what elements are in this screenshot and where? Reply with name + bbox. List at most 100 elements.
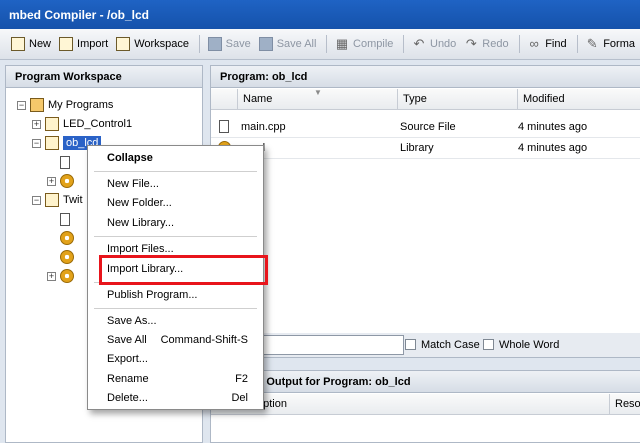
compile-button[interactable]: ▦ Compile bbox=[332, 33, 396, 55]
program-icon bbox=[45, 193, 59, 207]
sort-arrow-icon: ▼ bbox=[314, 88, 322, 97]
file-icon bbox=[60, 155, 70, 169]
tree-item-twit[interactable]: − Twit bbox=[32, 191, 83, 209]
toolbar-separator bbox=[403, 35, 404, 53]
file-name: main.cpp bbox=[241, 121, 286, 133]
library-gear-icon bbox=[60, 231, 74, 245]
undo-arrow-icon: ↶ bbox=[413, 36, 425, 51]
folder-icon bbox=[30, 98, 44, 112]
expand-toggle-icon[interactable]: + bbox=[47, 271, 56, 281]
tree-item-library[interactable] bbox=[60, 248, 78, 266]
expand-toggle-icon[interactable]: + bbox=[47, 176, 56, 186]
menu-item-delete[interactable]: Delete... Del bbox=[88, 389, 263, 408]
import-button[interactable]: Import bbox=[56, 33, 111, 55]
library-gear-icon bbox=[60, 174, 74, 188]
import-button-label: Import bbox=[77, 38, 109, 50]
collapse-toggle-icon[interactable]: − bbox=[32, 195, 41, 205]
tree-item-library[interactable]: + bbox=[47, 267, 78, 285]
new-button[interactable]: New bbox=[8, 33, 54, 55]
find-button[interactable]: ∞ Find bbox=[524, 33, 569, 55]
toolbar-separator bbox=[576, 35, 578, 53]
program-panel-title: Program: ob_lcd bbox=[211, 66, 640, 88]
redo-button-label: Redo bbox=[482, 38, 509, 50]
binoculars-icon: ∞ bbox=[529, 36, 539, 51]
toolbar-separator bbox=[199, 35, 200, 53]
find-input[interactable] bbox=[262, 335, 404, 355]
expand-toggle-icon[interactable]: + bbox=[32, 119, 41, 129]
compile-button-label: Compile bbox=[353, 38, 394, 50]
table-row[interactable]: main.cpp Source File 4 minutes ago bbox=[211, 117, 640, 138]
match-case-checkbox[interactable] bbox=[405, 339, 416, 350]
save-button[interactable]: Save bbox=[205, 33, 254, 55]
menu-item-save-all[interactable]: Save All Command-Shift-S bbox=[88, 331, 263, 350]
menu-item-label: Delete... bbox=[107, 392, 148, 404]
column-description[interactable]: ription bbox=[211, 394, 609, 415]
find-button-label: Find bbox=[545, 38, 567, 50]
new-file-icon bbox=[11, 37, 25, 51]
tree-item-my-programs[interactable]: − My Programs bbox=[17, 96, 113, 114]
undo-button[interactable]: ↶ Undo bbox=[409, 33, 459, 55]
file-icon bbox=[219, 120, 229, 133]
compile-icon: ▦ bbox=[335, 36, 349, 51]
menu-item-new-folder[interactable]: New Folder... bbox=[88, 194, 263, 213]
library-gear-icon bbox=[60, 250, 74, 264]
whole-word-checkbox[interactable] bbox=[483, 339, 494, 350]
menu-item-label: Save All bbox=[107, 334, 147, 346]
save-all-button-label: Save All bbox=[276, 38, 317, 50]
menu-separator bbox=[94, 171, 257, 172]
tree-item-label: My Programs bbox=[48, 99, 114, 111]
match-case-label: Match Case bbox=[421, 339, 480, 351]
menu-item-save-as[interactable]: Save As... bbox=[88, 312, 263, 331]
tree-item-led-control[interactable]: + LED_Control1 bbox=[32, 115, 132, 133]
menu-item-new-file[interactable]: New File... bbox=[88, 175, 263, 194]
file-grid-header: Name Type Modified ▼ bbox=[211, 88, 640, 110]
table-row[interactable]: d Library 4 minutes ago bbox=[211, 138, 640, 159]
menu-item-publish-program[interactable]: Publish Program... bbox=[88, 286, 263, 305]
format-wand-icon: ✎ bbox=[586, 36, 598, 51]
tree-item-library[interactable] bbox=[60, 229, 78, 247]
format-button[interactable]: ✎ Forma bbox=[582, 33, 638, 55]
column-type[interactable]: Type bbox=[397, 89, 517, 110]
menu-separator bbox=[94, 308, 257, 309]
tree-item-file[interactable] bbox=[60, 153, 74, 171]
output-panel: r Output for Program: ob_lcd ription Res… bbox=[210, 370, 640, 443]
new-button-label: New bbox=[29, 38, 52, 50]
column-modified[interactable]: Modified bbox=[517, 89, 637, 110]
file-type: Library bbox=[400, 142, 434, 154]
menu-item-collapse[interactable]: Collapse bbox=[88, 149, 263, 168]
program-panel: Program: ob_lcd Name Type Modified ▼ mai… bbox=[210, 65, 640, 358]
toolbar-separator bbox=[518, 35, 520, 53]
format-button-label: Forma bbox=[603, 38, 635, 50]
file-icon bbox=[60, 212, 70, 226]
program-icon bbox=[45, 117, 59, 131]
redo-button[interactable]: ↷ Redo bbox=[461, 33, 511, 55]
menu-shortcut: F2 bbox=[235, 373, 248, 385]
output-grid-header: ription Resou bbox=[211, 394, 640, 415]
import-icon bbox=[59, 37, 74, 51]
menu-item-export[interactable]: Export... bbox=[88, 350, 263, 369]
menu-item-new-library[interactable]: New Library... bbox=[88, 214, 263, 233]
toolbar: New Import Workspace Save Save All ▦ Com… bbox=[0, 29, 640, 60]
workspace-button-label: Workspace bbox=[134, 38, 190, 50]
column-icon bbox=[211, 89, 237, 110]
save-all-disk-icon bbox=[258, 37, 273, 51]
undo-button-label: Undo bbox=[430, 38, 457, 50]
toolbar-separator bbox=[326, 35, 328, 53]
menu-item-rename[interactable]: Rename F2 bbox=[88, 370, 263, 389]
tree-item-label: LED_Control1 bbox=[63, 118, 133, 130]
collapse-toggle-icon[interactable]: − bbox=[17, 100, 26, 110]
tree-item-library[interactable]: + bbox=[47, 172, 78, 190]
library-gear-icon bbox=[60, 269, 74, 283]
workspace-panel-title: Program Workspace bbox=[6, 66, 202, 88]
menu-item-label: Rename bbox=[107, 373, 149, 385]
save-all-button[interactable]: Save All bbox=[256, 33, 320, 55]
collapse-toggle-icon[interactable]: − bbox=[32, 138, 41, 148]
column-resource[interactable]: Resou bbox=[609, 394, 640, 415]
window-title: mbed Compiler - /ob_lcd bbox=[0, 0, 640, 29]
file-type: Source File bbox=[400, 121, 456, 133]
tree-item-file[interactable] bbox=[60, 210, 74, 228]
workspace-icon bbox=[116, 37, 131, 51]
highlight-box bbox=[99, 255, 268, 285]
save-button-label: Save bbox=[225, 38, 251, 50]
workspace-button[interactable]: Workspace bbox=[113, 33, 192, 55]
